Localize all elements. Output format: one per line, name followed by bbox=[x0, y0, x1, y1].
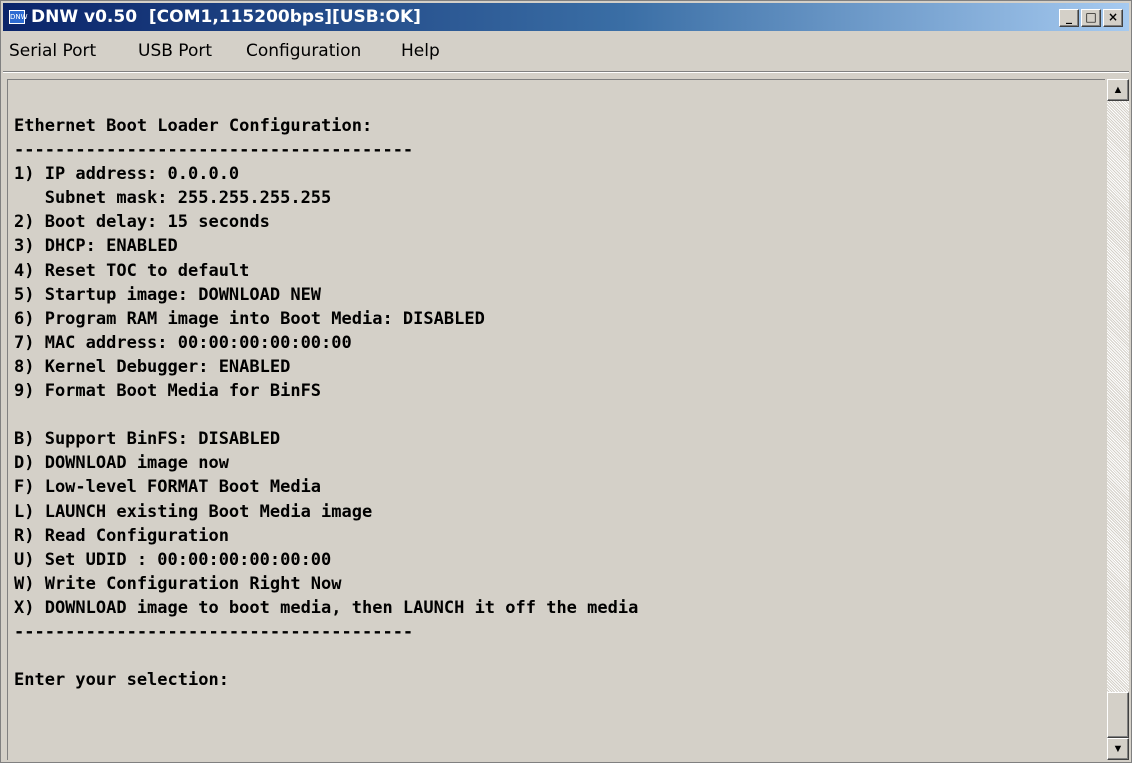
maximize-icon[interactable]: □ bbox=[1081, 9, 1101, 27]
terminal-line: L) LAUNCH existing Boot Media image bbox=[14, 501, 373, 522]
minimize-icon[interactable]: _ bbox=[1059, 9, 1079, 27]
terminal-line: --------------------------------------- bbox=[14, 621, 414, 642]
dnw-app-icon[interactable]: DNW bbox=[9, 10, 28, 24]
scroll-up-icon[interactable]: ▲ bbox=[1107, 79, 1129, 101]
window-controls: _ □ × bbox=[1059, 9, 1123, 27]
terminal-line: 4) Reset TOC to default bbox=[14, 260, 250, 281]
terminal-line: D) DOWNLOAD image now bbox=[14, 453, 229, 474]
terminal-line: Enter your selection: bbox=[14, 670, 229, 691]
terminal-line: 9) Format Boot Media for BinFS bbox=[14, 381, 322, 402]
menu-serial-port[interactable]: Serial Port bbox=[9, 41, 96, 61]
terminal-output[interactable]: Ethernet Boot Loader Configuration: -----… bbox=[7, 79, 1105, 760]
terminal-line: 7) MAC address: 00:00:00:00:00:00 bbox=[14, 332, 352, 353]
terminal-line: 6) Program RAM image into Boot Media: DI… bbox=[14, 308, 485, 329]
terminal-line: 8) Kernel Debugger: ENABLED bbox=[14, 356, 291, 377]
terminal-line: 1) IP address: 0.0.0.0 bbox=[14, 164, 240, 185]
window-title: DNW v0.50 [COM1,115200bps][USB:OK] bbox=[31, 7, 421, 27]
terminal-line: 2) Boot delay: 15 seconds bbox=[14, 212, 270, 233]
terminal-line: W) Write Configuration Right Now bbox=[14, 573, 342, 594]
terminal-line: Ethernet Boot Loader Configuration: bbox=[14, 116, 373, 136]
menu-configuration[interactable]: Configuration bbox=[246, 41, 361, 61]
menu-separator bbox=[3, 71, 1129, 73]
terminal-line: F) Low-level FORMAT Boot Media bbox=[14, 477, 322, 498]
terminal-line: U) Set UDID : 00:00:00:00:00:00 bbox=[14, 549, 332, 570]
scroll-thumb[interactable] bbox=[1107, 692, 1129, 738]
menu-usb-port[interactable]: USB Port bbox=[138, 41, 212, 61]
terminal-line: 3) DHCP: ENABLED bbox=[14, 236, 178, 257]
dnw-window: DNW DNW v0.50 [COM1,115200bps][USB:OK] _… bbox=[0, 0, 1132, 763]
terminal-line: B) Support BinFS: DISABLED bbox=[14, 429, 281, 450]
vertical-scrollbar[interactable]: ▲ ▼ bbox=[1107, 79, 1129, 760]
terminal-text: Ethernet Boot Loader Configuration: -----… bbox=[14, 114, 638, 692]
scroll-down-icon[interactable]: ▼ bbox=[1107, 738, 1129, 760]
menu-bar: Serial Port USB Port Configuration Help bbox=[3, 33, 1129, 69]
menu-help[interactable]: Help bbox=[401, 41, 440, 61]
terminal-line: 5) Startup image: DOWNLOAD NEW bbox=[14, 284, 322, 305]
terminal-line: R) Read Configuration bbox=[14, 525, 229, 546]
close-icon[interactable]: × bbox=[1103, 9, 1123, 27]
terminal-line: Subnet mask: 255.255.255.255 bbox=[14, 188, 332, 209]
title-bar[interactable]: DNW DNW v0.50 [COM1,115200bps][USB:OK] _… bbox=[3, 3, 1129, 31]
terminal-line: X) DOWNLOAD image to boot media, then LA… bbox=[14, 597, 639, 618]
terminal-line: --------------------------------------- bbox=[14, 140, 414, 161]
